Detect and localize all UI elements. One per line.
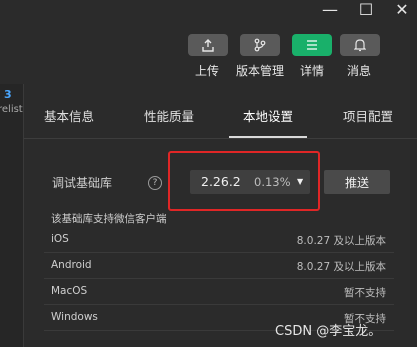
highlight-annotation-box	[168, 151, 320, 211]
upload-icon	[202, 38, 214, 52]
version-management-button[interactable]	[240, 34, 280, 56]
messages-button[interactable]	[340, 34, 380, 56]
messages-label: 消息	[347, 64, 372, 78]
tab-divider	[24, 138, 417, 139]
version-management-label: 版本管理	[236, 64, 285, 78]
client-support-list: iOS 8.0.27 及以上版本 Android 8.0.27 及以上版本 Ma…	[44, 227, 394, 331]
branch-icon	[254, 38, 266, 52]
list-item: iOS 8.0.27 及以上版本	[44, 227, 394, 253]
platform-support-value: 8.0.27 及以上版本	[296, 235, 386, 247]
tab-performance[interactable]: 性能质量	[144, 106, 194, 125]
upload-button[interactable]	[188, 34, 228, 56]
details-label: 详情	[300, 64, 325, 78]
close-button[interactable]: ✕	[390, 0, 414, 19]
upload-label: 上传	[195, 64, 220, 78]
platform-name: Windows	[51, 311, 98, 323]
title-bar: — ☐ ✕	[0, 0, 417, 19]
platform-name: iOS	[51, 233, 69, 245]
debug-lib-label: 调试基础库	[52, 176, 113, 190]
list-item: Android 8.0.27 及以上版本	[44, 253, 394, 279]
file-name-fragment: relist	[0, 104, 23, 115]
help-icon[interactable]: ?	[148, 176, 162, 190]
details-button[interactable]	[292, 34, 332, 56]
menu-icon	[307, 40, 317, 50]
platform-support-value: 暂不支持	[344, 287, 386, 299]
platform-name: Android	[51, 259, 92, 271]
platform-support-value: 8.0.27 及以上版本	[296, 261, 386, 273]
details-panel: 基本信息 性能质量 本地设置 项目配置 调试基础库 ? 2.26.2 0.13%…	[24, 84, 417, 347]
maximize-button[interactable]: ☐	[354, 0, 378, 19]
file-sidebar: 3 relist	[0, 84, 24, 347]
css-file-icon: 3	[4, 88, 12, 101]
push-button[interactable]: 推送	[324, 170, 390, 194]
watermark: CSDN @李宝龙。	[275, 324, 382, 339]
tab-project-config[interactable]: 项目配置	[343, 106, 393, 125]
toolbar: 上传 版本管理 详情 消息	[0, 18, 417, 84]
bell-icon	[354, 39, 366, 52]
list-item: MacOS 暂不支持	[44, 279, 394, 305]
tab-basic-info[interactable]: 基本信息	[44, 106, 94, 125]
tab-local-settings[interactable]: 本地设置	[243, 106, 293, 125]
platform-name: MacOS	[51, 285, 88, 297]
minimize-button[interactable]: —	[318, 0, 342, 19]
support-title: 该基础库支持微信客户端	[51, 213, 167, 225]
